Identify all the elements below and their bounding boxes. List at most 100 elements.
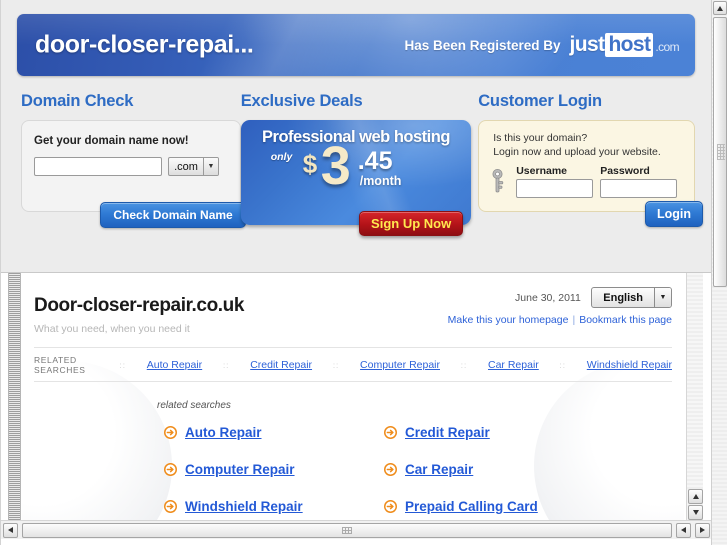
triangle-down-icon	[692, 510, 699, 515]
dot-separator: ::	[222, 360, 230, 370]
triangle-left-icon	[8, 527, 13, 533]
login-note-line1: Is this your domain?	[493, 132, 588, 144]
related-search-grid-link[interactable]: Computer Repair	[185, 462, 295, 477]
related-search-link[interactable]: Computer Repair	[360, 359, 440, 371]
list-item[interactable]: Computer Repair	[164, 462, 384, 477]
tld-select[interactable]: .com ▼	[168, 157, 219, 176]
customer-login-card: Is this your domain? Login now and uploa…	[478, 120, 703, 227]
login-fields: Username Password	[489, 165, 684, 198]
make-homepage-link[interactable]: Make this your homepage	[448, 314, 569, 326]
frame-vscrollbar-track[interactable]	[687, 273, 703, 489]
related-search-grid-link[interactable]: Credit Repair	[405, 425, 490, 440]
customer-login-title: Customer Login	[478, 92, 602, 110]
related-searches-bar: RELATED SEARCHES :: Auto Repair :: Credi…	[34, 347, 672, 382]
deal-currency-symbol: $	[302, 149, 318, 179]
exclusive-deals-column: Exclusive Deals Professional web hosting…	[240, 92, 472, 236]
frame-vertical-scrollbar[interactable]	[686, 273, 703, 521]
domain-check-title: Domain Check	[21, 92, 134, 110]
domain-search-input[interactable]	[34, 157, 162, 176]
password-group: Password	[600, 165, 678, 198]
triangle-left-icon	[681, 527, 686, 533]
dot-separator: ::	[460, 360, 468, 370]
deal-price-whole: 3	[320, 136, 351, 196]
deal-only-label: only	[270, 151, 293, 163]
related-search-link[interactable]: Auto Repair	[147, 359, 202, 371]
page-utility-links: Make this your homepage | Bookmark this pa…	[448, 314, 672, 326]
password-input[interactable]	[600, 179, 678, 198]
list-item[interactable]: Windshield Repair	[164, 499, 384, 514]
parked-page-header-right: June 30, 2011 English ▼ Make this your h…	[448, 287, 672, 326]
list-item[interactable]: Car Repair	[384, 462, 604, 477]
username-group: Username	[516, 165, 594, 198]
domain-check-column: Domain Check Get your domain name now! .…	[17, 92, 246, 228]
frame-hscroll-buttons	[674, 522, 711, 538]
language-select-value: English	[603, 291, 643, 304]
related-search-grid-link[interactable]: Auto Repair	[185, 425, 262, 440]
check-domain-name-button[interactable]: Check Domain Name	[100, 202, 246, 228]
domain-check-card: Get your domain name now! .com ▼ Check D…	[21, 120, 246, 228]
frame-horizontal-scrollbar[interactable]	[1, 520, 711, 539]
sign-up-now-button[interactable]: Sign Up Now	[359, 211, 464, 236]
frame-scroll-down-button[interactable]	[688, 505, 703, 520]
promo-columns: Domain Check Get your domain name now! .…	[17, 92, 703, 236]
login-note: Is this your domain? Login now and uploa…	[489, 131, 684, 159]
banner-domain-name: door-closer-repai...	[35, 30, 254, 59]
related-search-link[interactable]: Car Repair	[488, 359, 539, 371]
browser-vertical-scrollbar[interactable]	[711, 0, 727, 545]
parked-page-inner: June 30, 2011 English ▼ Make this your h…	[22, 273, 684, 514]
frame-scroll-left-button[interactable]	[3, 522, 18, 538]
bookmark-page-link[interactable]: Bookmark this page	[579, 314, 672, 326]
list-item[interactable]: Credit Repair	[384, 425, 604, 440]
link-separator: |	[572, 314, 576, 326]
dot-separator: ::	[559, 360, 566, 370]
related-searches-subheading: related searches	[157, 400, 231, 411]
justhost-logo-host: host	[605, 33, 654, 57]
related-search-link[interactable]: Windshield Repair	[587, 359, 672, 371]
triangle-right-icon	[700, 527, 705, 533]
frame-scroll-up-button[interactable]	[688, 489, 703, 504]
justhost-logo-just: just	[569, 33, 606, 56]
arrow-circle-right-icon	[164, 500, 177, 513]
page-content: door-closer-repai... Has Been Registered…	[0, 0, 711, 545]
related-searches-links: :: Auto Repair :: Credit Repair :: Compu…	[99, 359, 673, 371]
password-label: Password	[600, 165, 650, 177]
parked-page-document: June 30, 2011 English ▼ Make this your h…	[22, 273, 684, 521]
dot-separator: ::	[119, 360, 126, 370]
frame-scroll-left-button-2[interactable]	[676, 522, 691, 538]
key-icon	[492, 169, 504, 193]
arrow-circle-right-icon	[384, 463, 397, 476]
login-button[interactable]: Login	[644, 201, 703, 227]
list-item[interactable]: Auto Repair	[164, 425, 384, 440]
tld-select-value: .com	[174, 160, 198, 173]
language-select[interactable]: English ▼	[591, 287, 672, 308]
grip-icon	[342, 526, 352, 534]
related-search-grid-link[interactable]: Prepaid Calling Card	[405, 499, 538, 514]
justhost-logo-com: .com	[655, 40, 679, 54]
list-item[interactable]: Prepaid Calling Card	[384, 499, 604, 514]
justhost-logo: just host .com	[569, 33, 680, 57]
frame-hscrollbar-thumb[interactable]	[22, 522, 672, 538]
frame-scroll-right-button[interactable]	[695, 522, 710, 538]
arrow-circle-right-icon	[164, 426, 177, 439]
arrow-circle-right-icon	[384, 500, 397, 513]
customer-login-column: Customer Login Is this your domain? Logi…	[471, 92, 703, 227]
frame-left-gutter	[8, 273, 21, 521]
arrow-circle-right-icon	[164, 463, 177, 476]
deal-period-label: /month	[359, 174, 402, 188]
related-searches-grid: Auto Repair Credit Repair Computer Repai…	[164, 425, 672, 514]
triangle-up-icon	[717, 5, 723, 11]
browser-scroll-up-button[interactable]	[713, 1, 727, 15]
related-search-grid-link[interactable]: Windshield Repair	[185, 499, 303, 514]
related-search-link[interactable]: Credit Repair	[250, 359, 312, 371]
deal-price-cents: .45	[357, 147, 393, 175]
related-searches-label: RELATED SEARCHES	[34, 355, 86, 375]
grip-icon	[717, 144, 725, 160]
username-input[interactable]	[516, 179, 594, 198]
browser-vscrollbar-thumb[interactable]	[713, 17, 727, 287]
triangle-up-icon	[692, 494, 699, 499]
parked-page-header: June 30, 2011 English ▼ Make this your h…	[34, 273, 672, 335]
registration-banner: door-closer-repai... Has Been Registered…	[17, 14, 695, 76]
page-date: June 30, 2011	[515, 291, 581, 304]
hosting-deal-card: Professional web hosting only $ 3 .45 /m…	[240, 120, 472, 236]
related-search-grid-link[interactable]: Car Repair	[405, 462, 473, 477]
